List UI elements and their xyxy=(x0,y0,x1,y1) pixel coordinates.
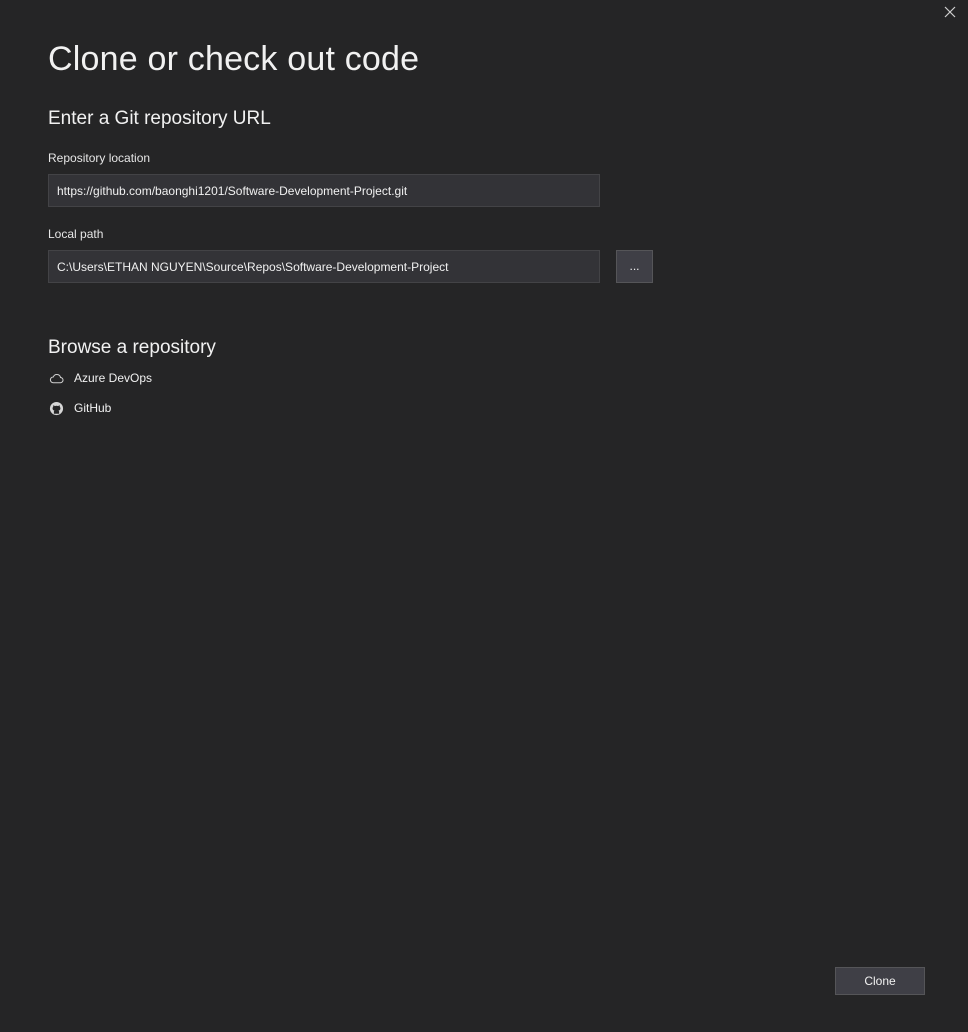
local-path-label: Local path xyxy=(48,227,104,241)
github-link[interactable]: GitHub xyxy=(48,398,111,418)
clone-button[interactable]: Clone xyxy=(835,967,925,995)
repository-location-label: Repository location xyxy=(48,151,151,165)
close-button[interactable] xyxy=(940,4,960,24)
cloud-icon xyxy=(48,370,64,386)
repository-location-input[interactable] xyxy=(48,174,600,207)
git-url-heading: Enter a Git repository URL xyxy=(48,108,271,129)
clone-dialog: Clone or check out code Enter a Git repo… xyxy=(0,0,968,1032)
dialog-title: Clone or check out code xyxy=(48,40,420,78)
github-label: GitHub xyxy=(74,401,112,415)
github-icon xyxy=(48,400,64,416)
azure-devops-link[interactable]: Azure DevOps xyxy=(48,368,152,388)
local-path-input[interactable] xyxy=(48,250,600,283)
azure-devops-label: Azure DevOps xyxy=(74,371,153,385)
close-icon xyxy=(944,5,956,23)
browse-repository-heading: Browse a repository xyxy=(48,337,216,358)
browse-path-button[interactable]: ... xyxy=(616,250,653,283)
